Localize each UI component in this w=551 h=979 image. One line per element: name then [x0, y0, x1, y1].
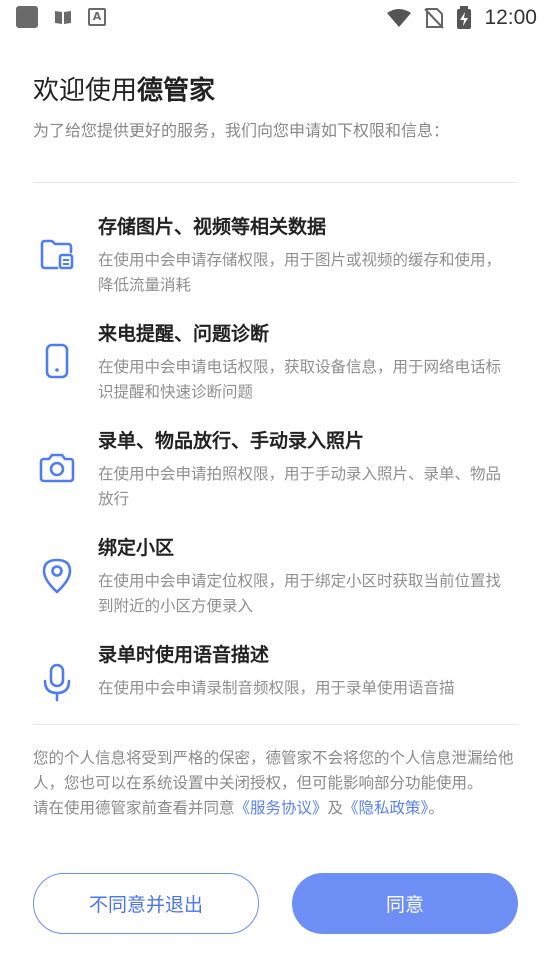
top-divider: [33, 182, 518, 183]
permission-item-storage: 存储图片、视频等相关数据 在使用中会申请存储权限，用于图片或视频的缓存和使用，降…: [33, 210, 518, 317]
bottom-divider: [33, 724, 518, 725]
font-a-icon: A: [88, 8, 106, 26]
battery-charging-icon: [457, 6, 472, 29]
permission-item-camera: 录单、物品放行、手动录入照片 在使用中会申请拍照权限，用于手动录入照片、录单、物…: [33, 424, 518, 531]
and-text: 及: [327, 799, 344, 817]
phone-icon: [45, 343, 69, 379]
app-name: 德管家: [137, 76, 216, 106]
camera-icon: [39, 453, 75, 483]
microphone-icon: [43, 663, 71, 702]
permission-list: 存储图片、视频等相关数据 在使用中会申请存储权限，用于图片或视频的缓存和使用，降…: [33, 210, 518, 745]
permission-item-phone: 来电提醒、问题诊断 在使用中会申请电话权限，获取设备信息，用于网络电话标识提醒和…: [33, 317, 518, 424]
permission-desc: 在使用中会申请电话权限，获取设备信息，用于网络电话标识提醒和快速诊断问题: [98, 358, 502, 401]
permission-item-location: 绑定小区 在使用中会申请定位权限，用于绑定小区时获取当前位置找到附近的小区方便录…: [33, 531, 518, 638]
app-square-icon: [16, 6, 38, 28]
permission-title: 存储图片、视频等相关数据: [98, 216, 327, 238]
title-prefix: 欢迎使用: [33, 76, 138, 106]
header: 欢迎使用德管家 为了给您提供更好的服务，我们向您申请如下权限和信息：: [33, 72, 523, 142]
permission-title: 录单时使用语音描述: [98, 644, 270, 666]
permission-desc: 在使用中会申请拍照权限，用于手动录入照片、录单、物品放行: [98, 465, 502, 508]
clock-time: 12:00: [484, 6, 537, 29]
agreement-line: 请在使用德管家前查看并同意《服务协议》及《隐私政策》。: [33, 796, 523, 821]
permission-title: 绑定小区: [98, 537, 175, 559]
permission-desc: 在使用中会申请录制音频权限，用于录单使用语音描: [98, 679, 455, 697]
book-icon: [55, 11, 71, 24]
permission-desc: 在使用中会申请定位权限，用于绑定小区时获取当前位置找到附近的小区方便录入: [98, 572, 502, 615]
agreement-prefix: 请在使用德管家前查看并同意: [33, 799, 235, 817]
status-bar: A 12:00: [0, 0, 551, 38]
decline-and-exit-button[interactable]: 不同意并退出: [33, 873, 259, 934]
privacy-notice: 您的个人信息将受到严格的保密，德管家不会将您的个人信息泄漏给他人，您也可以在系统…: [33, 746, 523, 821]
folder-icon: [40, 239, 74, 270]
service-agreement-link[interactable]: 《服务协议》: [235, 799, 328, 817]
location-icon: [42, 558, 72, 594]
agreement-end: 。: [428, 799, 444, 817]
permission-item-microphone: 录单时使用语音描述 在使用中会申请录制音频权限，用于录单使用语音描: [33, 638, 518, 745]
page-subtitle: 为了给您提供更好的服务，我们向您申请如下权限和信息：: [33, 121, 450, 140]
no-sim-icon: [424, 8, 445, 29]
permission-title: 录单、物品放行、手动录入照片: [98, 430, 365, 452]
wifi-icon: [387, 9, 412, 27]
privacy-text: 您的个人信息将受到严格的保密，德管家不会将您的个人信息泄漏给他人，您也可以在系统…: [33, 749, 514, 792]
permission-desc: 在使用中会申请存储权限，用于图片或视频的缓存和使用，降低流量消耗: [98, 251, 502, 294]
privacy-policy-link[interactable]: 《隐私政策》: [343, 799, 428, 817]
page-title: 欢迎使用德管家: [33, 72, 523, 110]
permission-title: 来电提醒、问题诊断: [98, 323, 270, 345]
agree-button[interactable]: 同意: [292, 873, 518, 934]
